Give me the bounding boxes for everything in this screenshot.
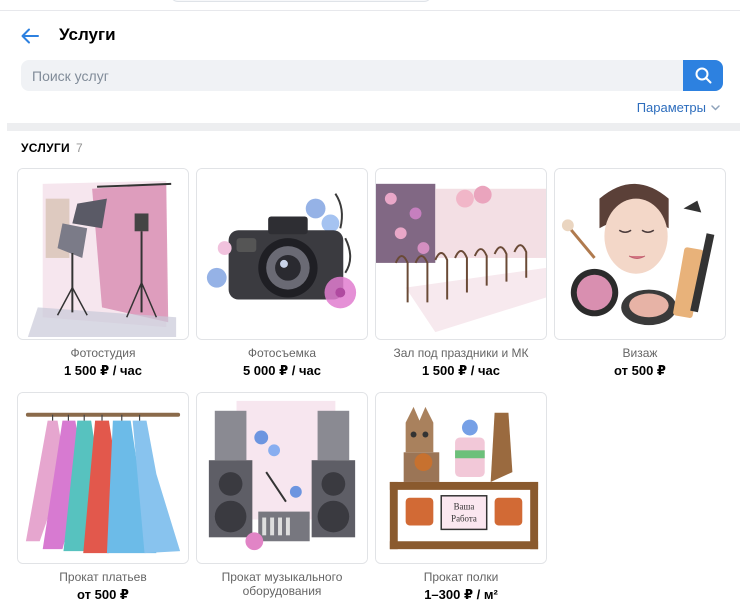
search-icon [695, 67, 711, 84]
service-name: Зал под праздники и МК [393, 346, 529, 360]
search-button[interactable] [683, 60, 723, 91]
service-card[interactable]: Фотосъемка 5 000 ₽ / час [196, 168, 368, 379]
back-arrow-icon [21, 28, 39, 44]
service-price: от 500 ₽ [77, 587, 129, 600]
section-header: УСЛУГИ 7 [21, 141, 83, 155]
service-image: Ваша Работа [375, 392, 547, 564]
service-price: 1 500 ₽ / час [421, 363, 501, 378]
top-divider [0, 10, 740, 11]
service-image [554, 168, 726, 340]
browser-address-bar-edge [170, 0, 432, 2]
service-name: Фотостудия [70, 346, 136, 360]
service-card[interactable]: Ваша Работа Прокат полки 1–300 ₽ / м² [375, 392, 547, 600]
service-name: Прокат платьев [59, 570, 147, 584]
back-button[interactable] [14, 22, 46, 50]
service-card[interactable]: Прокат музыкального оборудования [196, 392, 368, 600]
section-separator [7, 123, 740, 131]
section-title: УСЛУГИ [21, 141, 70, 155]
parameters-dropdown[interactable]: Параметры [637, 100, 720, 115]
hall-illustration [376, 169, 546, 339]
shelf-sign-line-2: Работа [451, 513, 477, 523]
photo-studio-illustration [18, 169, 188, 339]
service-card[interactable]: Визаж от 500 ₽ [554, 168, 726, 379]
header: Услуги [0, 18, 740, 54]
section-count: 7 [75, 141, 83, 155]
dresses-illustration [18, 393, 188, 563]
service-image [196, 168, 368, 340]
service-name: Визаж [622, 346, 658, 360]
service-price: 5 000 ₽ / час [242, 363, 322, 378]
camera-illustration [197, 169, 367, 339]
service-image [17, 392, 189, 564]
service-name: Фотосъемка [247, 346, 317, 360]
service-price: 1 500 ₽ / час [63, 363, 143, 378]
shelf-sign-line-1: Ваша [454, 502, 475, 512]
page-title: Услуги [59, 25, 116, 44]
speakers-illustration [197, 393, 367, 563]
service-card[interactable]: Прокат платьев от 500 ₽ [17, 392, 189, 600]
search-input[interactable] [21, 60, 683, 91]
service-card[interactable]: Фотостудия 1 500 ₽ / час [17, 168, 189, 379]
service-name: Прокат музыкального оборудования [221, 570, 343, 598]
service-image [17, 168, 189, 340]
parameters-label: Параметры [636, 100, 706, 115]
service-name: Прокат полки [423, 570, 499, 584]
service-price: 1–300 ₽ / м² [424, 587, 498, 600]
service-image [375, 168, 547, 340]
makeup-illustration [555, 169, 725, 339]
service-card[interactable]: Зал под праздники и МК 1 500 ₽ / час [375, 168, 547, 379]
service-price: от 500 ₽ [614, 363, 666, 378]
search-bar [21, 60, 723, 91]
chevron-down-icon [711, 104, 720, 111]
shelf-illustration: Ваша Работа [376, 393, 546, 563]
service-image [196, 392, 368, 564]
